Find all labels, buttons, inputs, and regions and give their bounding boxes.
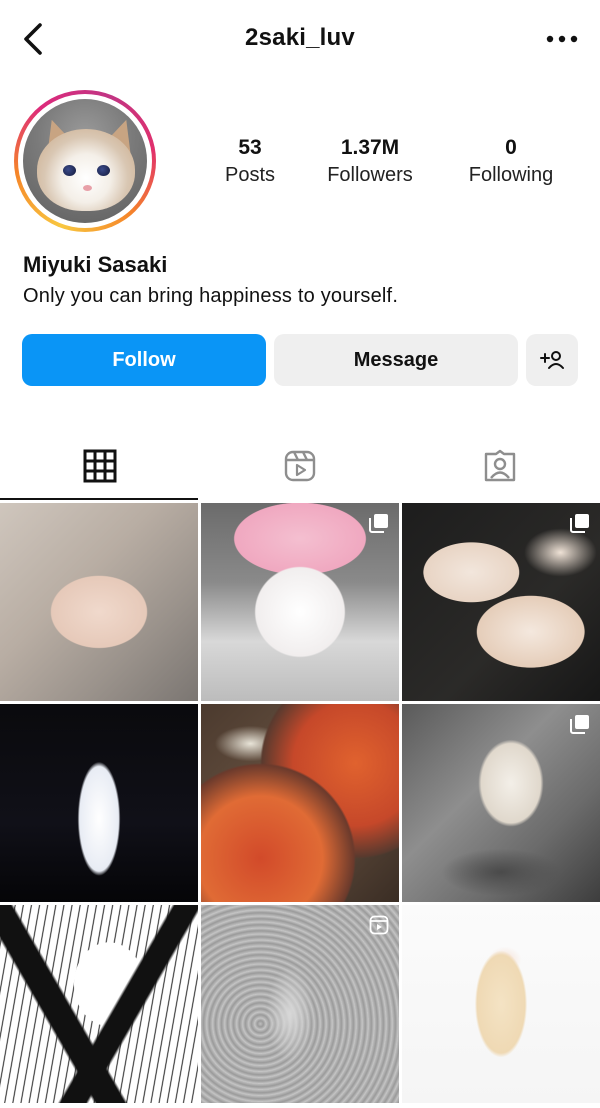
add-user-button[interactable]	[526, 334, 578, 386]
profile-stats: 53 Posts 1.37M Followers 0 Following	[190, 136, 590, 196]
posts-count: 53	[238, 136, 262, 159]
active-tab-indicator	[0, 498, 198, 500]
tagged-icon	[484, 449, 516, 482]
followers-label: Followers	[327, 164, 413, 186]
display-name: Miyuki Sasaki	[23, 252, 168, 277]
following-count: 0	[505, 136, 517, 159]
top-bar: 2saki_luv	[0, 0, 600, 82]
post-tile[interactable]	[201, 503, 399, 701]
post-tile[interactable]	[0, 704, 198, 902]
post-tile[interactable]	[402, 704, 600, 902]
more-horizontal-icon	[546, 35, 578, 43]
profile-tabs	[0, 430, 600, 502]
more-options-button[interactable]	[542, 24, 582, 54]
posts-stat[interactable]: 53 Posts	[210, 136, 290, 187]
post-tile[interactable]	[0, 503, 198, 701]
followers-stat[interactable]: 1.37M Followers	[314, 136, 426, 187]
following-stat[interactable]: 0 Following	[452, 136, 570, 187]
followers-count: 1.37M	[340, 136, 400, 159]
multi-photo-icon	[369, 514, 388, 533]
message-button[interactable]: Message	[274, 334, 518, 386]
bio-text: Only you can bring happiness to yourself…	[23, 285, 399, 307]
profile-username: 2saki_luv	[245, 24, 355, 51]
tab-reels[interactable]	[200, 430, 400, 502]
multi-photo-icon	[570, 715, 589, 734]
posts-label: Posts	[224, 164, 276, 186]
post-tile[interactable]	[402, 905, 600, 1103]
post-tile[interactable]	[0, 905, 198, 1103]
reel-icon	[369, 915, 389, 935]
multi-photo-icon	[570, 514, 589, 533]
follow-button[interactable]: Follow	[22, 334, 266, 386]
post-tile[interactable]	[201, 704, 399, 902]
post-tile[interactable]	[402, 503, 600, 701]
tab-grid[interactable]	[0, 430, 200, 502]
tab-tagged[interactable]	[400, 430, 600, 502]
grid-icon	[83, 449, 117, 483]
reels-icon	[284, 450, 316, 482]
add-user-icon	[540, 351, 564, 369]
story-ring[interactable]	[14, 90, 156, 232]
post-tile[interactable]	[201, 905, 399, 1103]
avatar	[23, 99, 147, 223]
following-label: Following	[468, 164, 554, 186]
